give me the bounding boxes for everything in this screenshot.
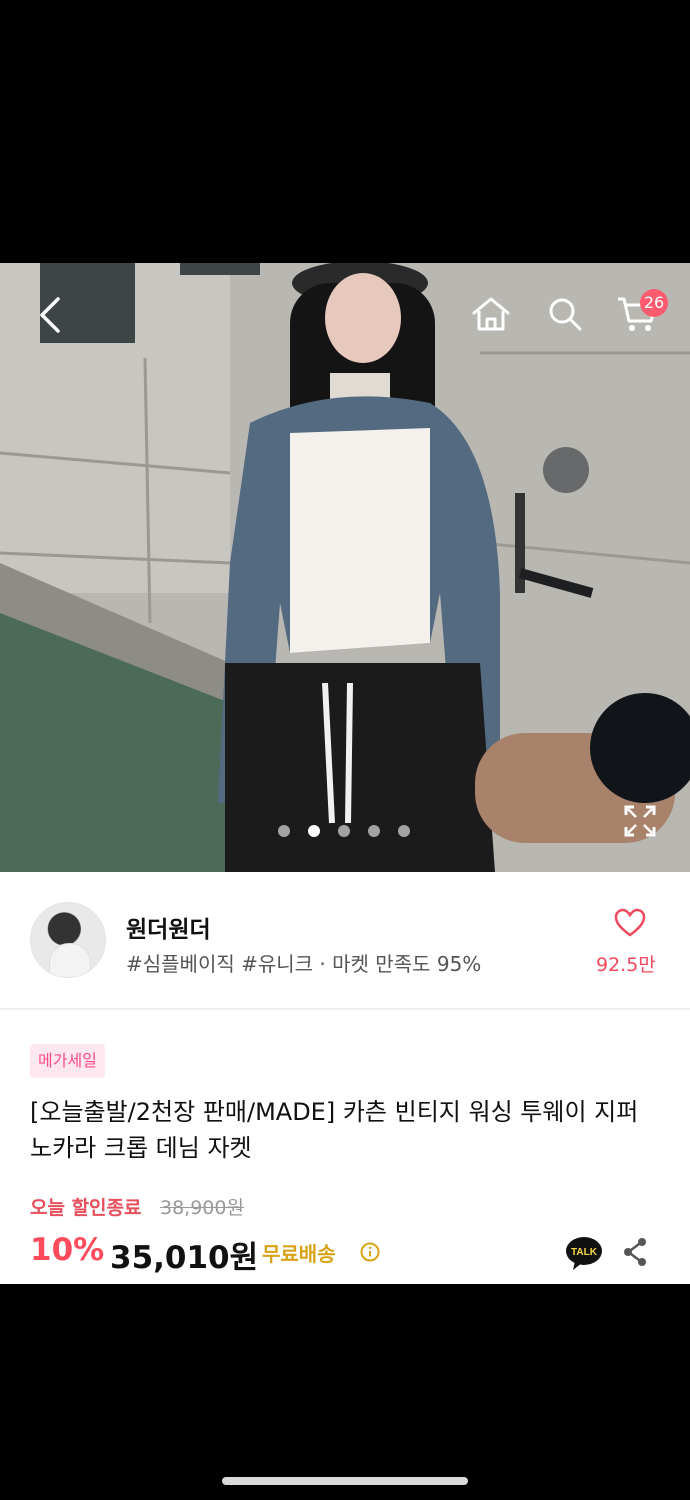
share-button[interactable]: [620, 1236, 650, 1268]
home-button[interactable]: [468, 291, 514, 337]
chevron-left-icon: [40, 297, 60, 333]
product-photo: [0, 263, 690, 872]
shop-info[interactable]: 원더원더 #심플베이직 #유니크 · 마켓 만족도 95% 92.5만: [0, 872, 690, 1008]
slide-dot[interactable]: [338, 825, 350, 837]
slide-dot[interactable]: [368, 825, 380, 837]
slide-dot[interactable]: [278, 825, 290, 837]
info-button[interactable]: [360, 1242, 380, 1262]
shop-avatar[interactable]: [30, 902, 106, 978]
product-info: 메가세일 [오늘출발/2천장 판매/MADE] 카츤 빈티지 워싱 투웨이 지퍼…: [0, 1010, 690, 1284]
slide-dot-active[interactable]: [308, 825, 320, 837]
talk-label: TALK: [571, 1247, 598, 1258]
sale-badge: 메가세일: [30, 1044, 105, 1078]
heart-icon: [614, 908, 646, 937]
home-icon: [472, 297, 510, 331]
sale-price: 35,010원: [110, 1240, 259, 1276]
product-title: [오늘출발/2천장 판매/MADE] 카츤 빈티지 워싱 투웨이 지퍼 노카라 …: [30, 1098, 639, 1162]
back-button[interactable]: [30, 293, 74, 337]
original-price: 38,900원: [160, 1197, 244, 1219]
product-image[interactable]: 26: [0, 263, 690, 872]
slide-dot[interactable]: [398, 825, 410, 837]
info-icon: [360, 1242, 380, 1262]
share-icon: [624, 1238, 646, 1266]
shop-name[interactable]: 원더원더: [126, 910, 211, 944]
talk-icon: TALK: [566, 1237, 602, 1270]
cart-button[interactable]: 26: [614, 289, 670, 339]
like-count: 92.5만: [596, 954, 656, 976]
today-sale-label: 오늘 할인종료: [30, 1197, 142, 1219]
home-indicator[interactable]: [222, 1477, 468, 1485]
search-button[interactable]: [542, 291, 588, 337]
free-shipping-label: 무료배송: [262, 1242, 336, 1266]
like-button[interactable]: [614, 908, 646, 938]
kakao-talk-button[interactable]: TALK: [565, 1234, 603, 1272]
shop-tags: #심플베이직 #유니크 · 마켓 만족도 95%: [126, 952, 482, 976]
search-icon: [549, 298, 582, 331]
discount-rate: 10%: [30, 1232, 105, 1268]
fullscreen-button[interactable]: [622, 803, 658, 839]
slide-indicator: [278, 825, 410, 837]
expand-icon: [624, 805, 656, 837]
cart-count-badge: 26: [640, 289, 668, 317]
